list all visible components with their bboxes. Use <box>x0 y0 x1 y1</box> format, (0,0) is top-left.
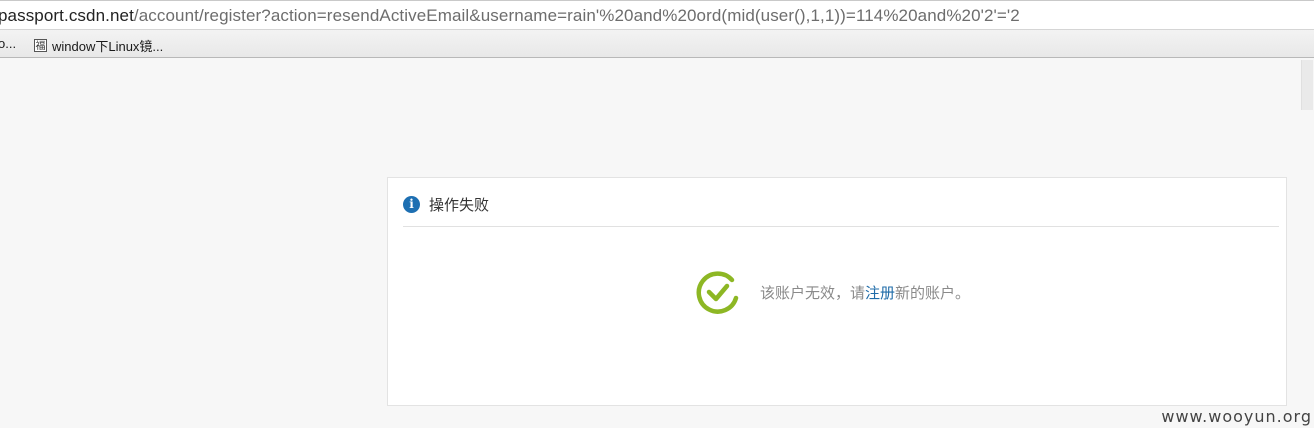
register-link[interactable]: 注册 <box>865 285 895 302</box>
result-panel: i 操作失败 该账户无效，请注册新的账户。 <box>387 177 1287 406</box>
url-path: /account/register?action=resendActiveEma… <box>133 6 1020 25</box>
url-host: passport.csdn.net <box>0 6 134 25</box>
watermark: www.wooyun.org <box>1161 407 1312 426</box>
bookmark-favicon-icon: 福 <box>34 39 47 52</box>
address-bar[interactable]: passport.csdn.net/account/register?actio… <box>0 0 1314 30</box>
message-text-before: 该账户无效，请 <box>760 284 866 302</box>
panel-title: 操作失败 <box>429 197 490 214</box>
info-icon: i <box>403 196 420 213</box>
status-message: 该账户无效，请注册新的账户。 <box>760 282 970 303</box>
bookmark-label: window下Linux镜... <box>52 39 164 54</box>
bookmarks-bar: o... 福 window下Linux镜... <box>0 30 1314 58</box>
message-text-after: 新的账户。 <box>895 284 971 302</box>
bookmark-item[interactable]: o... <box>0 36 16 51</box>
check-circle-icon <box>696 271 739 314</box>
scrollbar-thumb[interactable] <box>1301 60 1313 110</box>
bookmark-label: o... <box>0 36 17 51</box>
message-row: 该账户无效，请注册新的账户。 <box>694 268 970 316</box>
url-text[interactable]: passport.csdn.net/account/register?actio… <box>0 6 1020 26</box>
bookmark-item-window-linux[interactable]: 福 window下Linux镜... <box>34 36 163 55</box>
scrollbar-track[interactable] <box>1300 58 1314 428</box>
header-divider <box>403 226 1279 227</box>
panel-header: i 操作失败 <box>403 194 489 215</box>
